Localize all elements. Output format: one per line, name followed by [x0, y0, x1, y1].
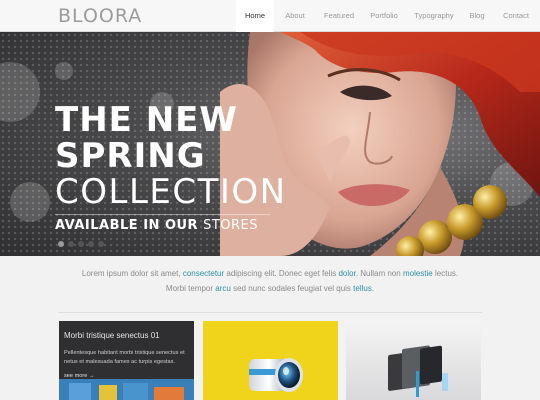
intro-text-segment: Morbi tempor — [165, 284, 216, 293]
portfolio-thumb-2[interactable] — [203, 321, 338, 400]
slider-dot-2[interactable] — [68, 241, 74, 247]
nav-about[interactable]: About — [274, 0, 316, 32]
site-logo[interactable]: BLOORA — [58, 5, 142, 27]
main-nav: Home About Featured Portfolio Typography… — [236, 0, 540, 32]
intro-link[interactable]: molestie — [403, 269, 433, 278]
slider-pagination — [58, 241, 104, 247]
nav-typography[interactable]: Typography — [406, 0, 462, 32]
intro-line-1: Lorem ipsum dolor sit amet, consectetur … — [0, 266, 540, 281]
model-photo — [220, 32, 540, 256]
intro-link[interactable]: consectetur — [183, 269, 224, 278]
see-more-link[interactable]: see more → — [64, 373, 94, 379]
intro-text-segment: lectus. — [432, 269, 459, 278]
devices-icon — [388, 345, 448, 397]
intro-link[interactable]: dolor — [338, 269, 355, 278]
thumb-1-title: Morbi tristique senectus 01 — [64, 331, 160, 340]
camera-lens-icon — [249, 358, 303, 392]
hero-headline-line3: COLLECTION — [55, 172, 287, 212]
intro-text-segment: adipiscing elit. Donec eget felis — [224, 269, 339, 278]
slider-dot-4[interactable] — [88, 241, 94, 247]
nav-blog[interactable]: Blog — [462, 0, 492, 32]
intro-text-segment: sed nunc sodales feugiat vel quis — [230, 284, 354, 293]
slider-dot-3[interactable] — [78, 241, 84, 247]
hero-headline-line1: THE NEW — [55, 100, 238, 140]
slider-dot-1[interactable] — [58, 241, 64, 247]
hero-tagline: AVAILABLE IN OUR STORES — [55, 218, 258, 233]
intro-link[interactable]: tellus — [353, 284, 372, 293]
nav-home[interactable]: Home — [236, 0, 274, 32]
intro-link[interactable]: arcu — [215, 284, 231, 293]
intro-text-segment: . Nullam non — [355, 269, 403, 278]
thumb-1-description: Pellentesque habitant morbi tristique se… — [64, 350, 185, 365]
site-header: BLOORA Home About Featured Portfolio Typ… — [0, 0, 540, 32]
nav-contact[interactable]: Contact — [492, 0, 540, 32]
bokeh-light — [10, 182, 50, 222]
portfolio-thumb-1[interactable]: Morbi tristique senectus 01 Pellentesque… — [59, 321, 194, 400]
tagline-bold: AVAILABLE IN OUR — [55, 218, 199, 233]
bokeh-light — [55, 62, 73, 80]
intro-text-segment: Lorem ipsum dolor sit amet, — [81, 269, 183, 278]
slider-dot-5[interactable] — [98, 241, 104, 247]
hero-divider — [55, 214, 270, 215]
intro-text-segment: . — [371, 284, 375, 293]
nav-portfolio[interactable]: Portfolio — [362, 0, 406, 32]
portfolio-thumb-3[interactable] — [346, 321, 481, 400]
intro-text: Lorem ipsum dolor sit amet, consectetur … — [0, 266, 540, 296]
hero-headline-line2: SPRING — [55, 136, 206, 176]
hero-slider[interactable]: THE NEW SPRING COLLECTION AVAILABLE IN O… — [0, 32, 540, 256]
intro-line-2: Morbi tempor arcu sed nunc sodales feugi… — [0, 281, 540, 296]
section-divider — [58, 312, 482, 313]
nav-featured[interactable]: Featured — [316, 0, 362, 32]
tagline-light: STORES — [203, 218, 259, 233]
